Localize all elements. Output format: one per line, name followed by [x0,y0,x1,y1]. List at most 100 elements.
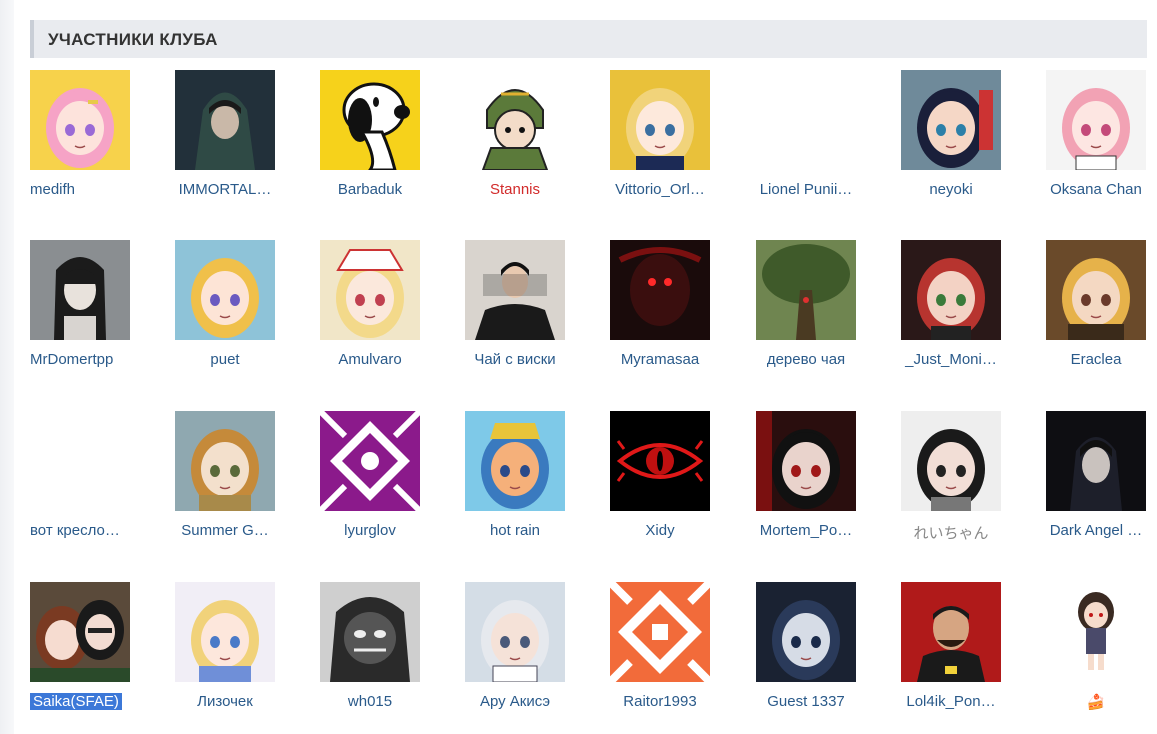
avatar[interactable] [901,582,1001,682]
member-card[interactable]: lyurglov [320,411,450,561]
avatar[interactable] [320,70,420,170]
avatar[interactable] [30,70,130,170]
member-card[interactable]: puet [175,240,305,390]
member-name[interactable]: Lionel Punii… [756,181,856,198]
member-card[interactable]: Vittorio_Orl… [610,70,740,220]
member-name[interactable]: Lol4ik_Pon… [901,693,1001,710]
member-card[interactable]: Ару Акисэ [465,582,595,732]
member-card[interactable]: Lionel Punii… [756,70,886,220]
avatar[interactable] [901,70,1001,170]
member-name[interactable]: Чай с виски [465,351,565,368]
member-name[interactable]: Лизочек [175,693,275,710]
member-name[interactable]: 🍰 [1031,693,1157,711]
member-card[interactable]: Лизочек [175,582,305,732]
member-card[interactable]: Lol4ik_Pon… [901,582,1031,732]
avatar[interactable] [465,411,565,511]
member-name[interactable]: Barbaduk [320,181,420,198]
member-card[interactable]: Чай с виски [465,240,595,390]
member-card[interactable]: neyoki [901,70,1031,220]
member-card[interactable]: MrDomertpp [30,240,160,390]
member-name[interactable]: puet [175,351,275,368]
member-card[interactable]: 🍰 [1046,582,1157,732]
avatar[interactable] [756,411,856,511]
member-name[interactable]: Xidy [610,522,710,539]
member-name[interactable]: Amulvaro [320,351,420,368]
member-card[interactable]: Saika(SFAE) [30,582,160,732]
member-name[interactable]: _Just_Moni… [901,351,1001,368]
avatar[interactable] [175,411,275,511]
member-name[interactable]: medifh [30,181,160,198]
avatar[interactable] [465,70,565,170]
member-card[interactable]: Raitor1993 [610,582,740,732]
avatar[interactable] [901,240,1001,340]
member-name[interactable]: дерево чая [756,351,856,368]
member-card[interactable]: _Just_Moni… [901,240,1031,390]
member-name[interactable]: neyoki [901,181,1001,198]
member-card[interactable]: hot rain [465,411,595,561]
member-card[interactable]: Guest 1337 [756,582,886,732]
member-name[interactable]: Eraclea [1031,351,1157,368]
member-card[interactable]: IMMORTAL… [175,70,305,220]
avatar[interactable] [756,582,856,682]
member-name[interactable]: Myramasaa [610,351,710,368]
member-card[interactable]: medifh [30,70,160,220]
member-name[interactable]: Oksana Chan [1031,181,1157,198]
avatar[interactable] [320,240,420,340]
member-name[interactable]: MrDomertpp [30,351,160,368]
avatar[interactable] [1046,411,1146,511]
member-name[interactable]: Raitor1993 [610,693,710,710]
member-name[interactable]: Saika(SFAE) [30,693,160,710]
member-name[interactable]: Stannis [465,181,565,198]
member-name[interactable]: lyurglov [320,522,420,539]
avatar[interactable] [610,582,710,682]
member-name[interactable]: wh015 [320,693,420,710]
avatar[interactable] [320,582,420,682]
avatar[interactable] [901,411,1001,511]
avatar[interactable] [1046,240,1146,340]
member-card[interactable]: Amulvaro [320,240,450,390]
member-card[interactable]: Mortem_Po… [756,411,886,561]
avatar[interactable] [1046,70,1146,170]
member-card[interactable]: Eraclea [1046,240,1157,390]
avatar[interactable] [1046,582,1146,682]
member-name[interactable]: れいちゃん [901,522,1001,543]
page-left-edge [0,0,14,734]
avatar[interactable] [175,240,275,340]
avatar-placeholder[interactable] [756,70,856,170]
member-name[interactable]: Summer G… [175,522,275,539]
member-card[interactable]: wh015 [320,582,450,732]
member-name[interactable]: hot rain [465,522,565,539]
avatar[interactable] [320,411,420,511]
section-header: УЧАСТНИКИ КЛУБА [30,20,1147,58]
member-name[interactable]: Mortem_Po… [756,522,856,539]
avatar[interactable] [175,582,275,682]
avatar[interactable] [756,240,856,340]
avatar[interactable] [465,582,565,682]
member-card[interactable]: Xidy [610,411,740,561]
member-name[interactable]: Guest 1337 [756,693,856,710]
avatar[interactable] [30,582,130,682]
avatar[interactable] [175,70,275,170]
avatar[interactable] [610,411,710,511]
member-name[interactable]: Vittorio_Orl… [610,181,710,198]
avatar[interactable] [610,70,710,170]
member-card[interactable]: Summer G… [175,411,305,561]
selected-name-text[interactable]: Saika(SFAE) [30,693,122,710]
member-card[interactable]: Myramasaa [610,240,740,390]
member-card[interactable]: Stannis [465,70,595,220]
member-name[interactable]: Ару Акисэ [465,693,565,710]
member-name[interactable]: вот кресло… [30,522,160,539]
avatar[interactable] [610,240,710,340]
member-card[interactable]: Oksana Chan [1046,70,1157,220]
avatar-placeholder[interactable] [30,411,130,511]
member-card[interactable]: вот кресло… [30,411,160,561]
avatar[interactable] [30,240,130,340]
member-card[interactable]: Dark Angel … [1046,411,1157,561]
member-card[interactable]: Barbaduk [320,70,450,220]
member-name[interactable]: Dark Angel … [1031,522,1157,539]
member-card[interactable]: дерево чая [756,240,886,390]
member-card[interactable]: れいちゃん [901,411,1031,561]
section-title: УЧАСТНИКИ КЛУБА [48,30,218,49]
avatar[interactable] [465,240,565,340]
member-name[interactable]: IMMORTAL… [175,181,275,198]
